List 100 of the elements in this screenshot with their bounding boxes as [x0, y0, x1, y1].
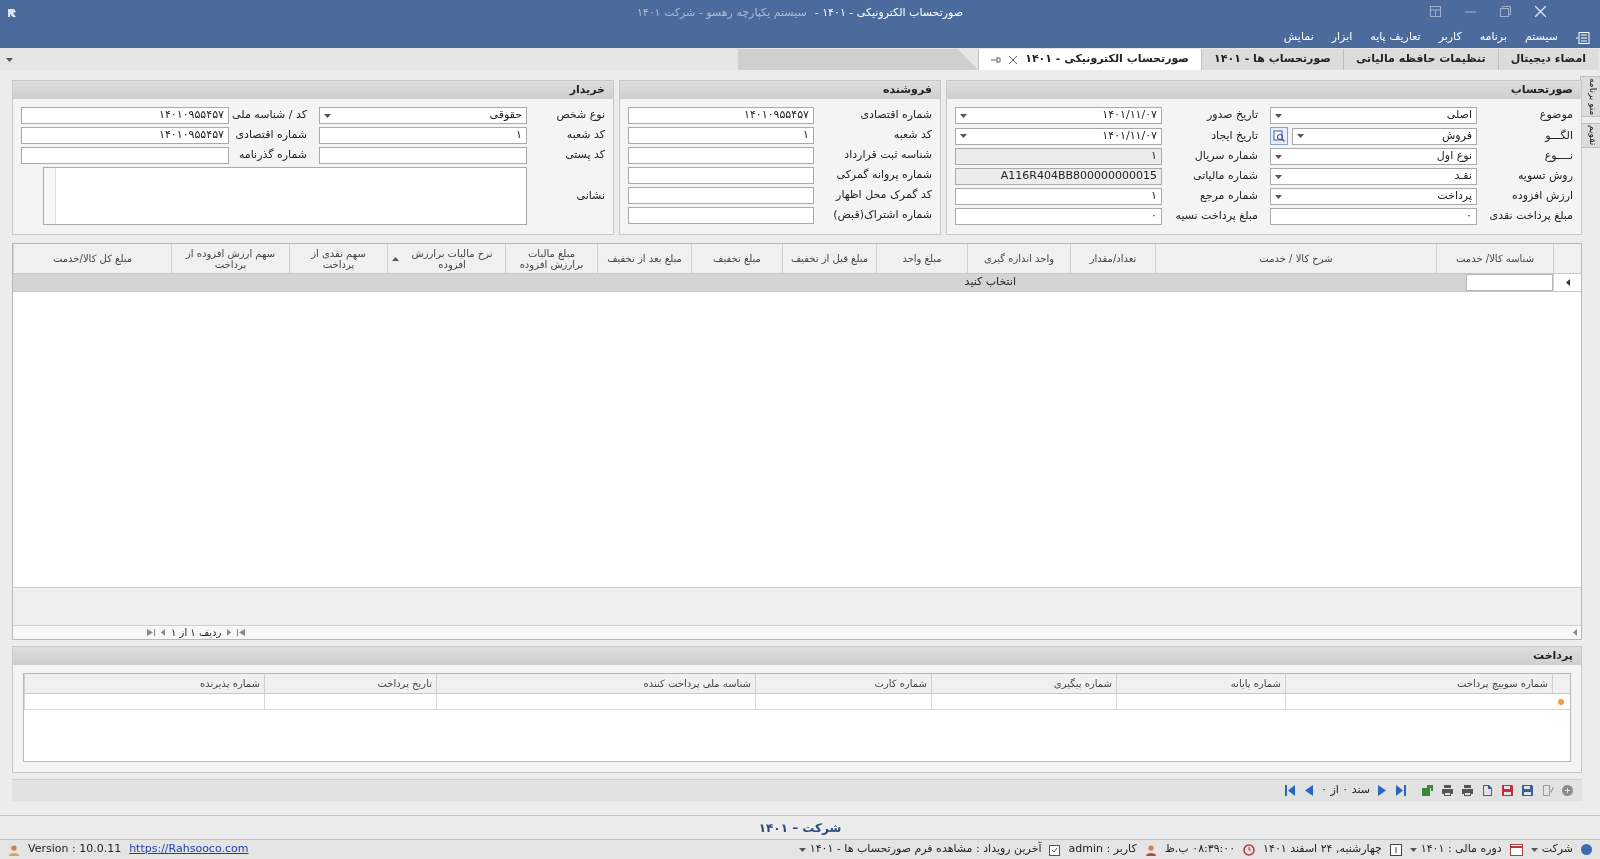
input-field[interactable]	[628, 207, 814, 224]
layout-icon[interactable]	[1430, 6, 1441, 17]
close-icon[interactable]	[1009, 55, 1018, 64]
field-label: ارزش افزوده	[1511, 188, 1573, 205]
menu-item[interactable]: برنامه	[1479, 29, 1507, 46]
document-icon[interactable]	[1481, 784, 1494, 797]
document-tab[interactable]: تنظیمات حافظه مالیاتی	[1342, 49, 1498, 70]
dropdown-field[interactable]: حقوقی	[319, 107, 527, 124]
input-field[interactable]: A116R404BB800000000015	[955, 168, 1162, 185]
restore-icon[interactable]	[1500, 6, 1511, 17]
column-header[interactable]: مبلغ مالیات برارزش افزوده	[505, 244, 597, 273]
print-preview-icon[interactable]	[1441, 784, 1454, 797]
field-label: تاریخ صدور	[1205, 107, 1258, 124]
field-label: شماره مرجع	[1198, 188, 1258, 205]
new-row[interactable]: انتخاب کنید	[13, 274, 1466, 291]
save-icon[interactable]	[1521, 784, 1534, 797]
input-field[interactable]: ۱	[955, 148, 1162, 165]
column-header[interactable]: شناسه کالا/ خدمت	[1436, 244, 1553, 273]
dropdown-field[interactable]: ۱۴۰۱/۱۱/۰۷	[955, 127, 1162, 145]
next-page-icon[interactable]	[161, 629, 165, 636]
input-field[interactable]: ۱	[955, 188, 1162, 205]
column-header[interactable]: مبلغ واحد	[876, 244, 967, 273]
input-field[interactable]	[628, 167, 814, 184]
field-label: شناسه ثبت قرارداد	[843, 147, 932, 164]
dropdown-field[interactable]: ۱۴۰۱/۱۱/۰۷	[955, 107, 1162, 124]
fiscal-year-selector[interactable]: دوره مالی : ۱۴۰۱	[1409, 841, 1502, 858]
last-event-selector[interactable]: آخرین رویداد : مشاهده فرم صورتحساب ها - ۱۴۰۱	[798, 841, 1042, 858]
column-header[interactable]: تاریخ پرداخت	[264, 674, 436, 693]
calendar-icon	[1509, 843, 1523, 856]
menu-item[interactable]: نمایش	[1283, 29, 1314, 46]
column-header[interactable]: مبلغ کل کالا/خدمت	[13, 244, 171, 273]
export-icon[interactable]	[1421, 784, 1434, 797]
dropdown-field[interactable]: فروش	[1292, 127, 1477, 145]
input-field[interactable]	[21, 147, 229, 164]
last-record-icon[interactable]	[1395, 784, 1408, 797]
input-field[interactable]: ۱	[628, 127, 814, 144]
menu-icon[interactable]	[1576, 31, 1590, 44]
input-field[interactable]	[628, 147, 814, 164]
column-header[interactable]: شماره پذیرنده	[24, 674, 264, 693]
input-field[interactable]: ۰	[1270, 208, 1477, 225]
document-tab[interactable]: صورتحساب الکترونیکی - ۱۴۰۱	[978, 49, 1201, 70]
previous-page-icon[interactable]	[227, 629, 232, 636]
dropdown-field[interactable]: پرداخت	[1270, 188, 1477, 205]
document-tab[interactable]: امضاء دیجیتال	[1497, 49, 1598, 70]
table-cell[interactable]	[1466, 274, 1553, 291]
input-field[interactable]	[628, 187, 814, 204]
last-page-icon[interactable]	[147, 629, 155, 636]
address-field[interactable]	[43, 167, 527, 225]
pin-icon[interactable]	[991, 55, 1002, 64]
first-record-icon[interactable]	[1282, 784, 1296, 797]
column-header[interactable]: مبلغ بعد از تخفیف	[597, 244, 691, 273]
field-label: شماره مالیاتی	[1192, 168, 1258, 185]
input-field[interactable]: ۱۴۰۱۰۹۵۵۴۵۷	[628, 107, 814, 124]
field-label: کد / شناسه ملی	[231, 107, 307, 124]
column-header[interactable]: مبلغ قبل از تخفیف	[782, 244, 876, 273]
field-label: تاریخ ایجاد	[1210, 127, 1258, 144]
menu-item[interactable]: کاربر	[1438, 29, 1462, 46]
input-field[interactable]: ۰	[955, 208, 1162, 225]
column-header[interactable]: سهم ارزش افزوده از پرداخت	[171, 244, 289, 273]
dropdown-field[interactable]: نوع اول	[1270, 148, 1477, 165]
panel-title: صورتحساب	[1510, 81, 1573, 98]
column-header[interactable]: تعداد/مقدار	[1070, 244, 1155, 273]
field-label: نوع شخص	[555, 107, 605, 124]
caret-icon	[1530, 847, 1538, 852]
column-header[interactable]: مبلغ تخفیف	[691, 244, 782, 273]
print-icon[interactable]	[1461, 784, 1474, 797]
edit-icon[interactable]	[1541, 784, 1554, 797]
side-tab[interactable]: تقویم	[1580, 123, 1600, 148]
column-header[interactable]: سهم نقدی از پرداخت	[289, 244, 387, 273]
column-header[interactable]: شماره کارت	[755, 674, 931, 693]
input-field[interactable]	[319, 147, 527, 164]
first-page-icon[interactable]	[237, 629, 246, 636]
scroll-left-icon[interactable]	[1573, 629, 1577, 636]
column-header[interactable]: شماره پایانه	[1116, 674, 1285, 693]
input-field[interactable]: ۱۴۰۱۰۹۵۵۴۵۷	[21, 127, 229, 144]
column-header[interactable]: نرخ مالیات برارزش افزوده	[387, 244, 505, 273]
menu-item[interactable]: تعاریف پایه	[1370, 29, 1421, 46]
save-all-icon[interactable]	[1501, 784, 1514, 797]
input-field[interactable]: ۱۴۰۱۰۹۵۵۴۵۷	[21, 107, 229, 124]
add-icon[interactable]	[1561, 784, 1574, 797]
input-field[interactable]: ۱	[319, 127, 527, 144]
next-record-icon[interactable]	[1376, 784, 1389, 797]
column-header[interactable]: شماره سوییچ پرداخت	[1285, 674, 1552, 693]
company-selector[interactable]: شرکت	[1530, 841, 1573, 858]
document-tab[interactable]: صورتحساب ها - ۱۴۰۱	[1201, 49, 1343, 70]
column-header[interactable]: شناسه ملی پرداخت کننده	[436, 674, 755, 693]
dropdown-field[interactable]: نقـد	[1270, 168, 1477, 185]
side-tab[interactable]: منو برنامه	[1580, 76, 1600, 118]
field-label: شماره پروانه گمرکی	[835, 167, 932, 184]
menu-item[interactable]: ابزار	[1331, 29, 1353, 46]
dropdown-field[interactable]: اصلی	[1270, 107, 1477, 124]
column-header[interactable]: شرح کالا / خدمت	[1155, 244, 1436, 273]
website-link[interactable]: https://Rahsooco.com	[129, 841, 249, 858]
column-header[interactable]: واحد اندازه گیری	[967, 244, 1070, 273]
column-header[interactable]: شماره پیگیری	[931, 674, 1116, 693]
lookup-button[interactable]	[1270, 127, 1288, 145]
record-counter: سند ۰ از ۰	[1320, 782, 1370, 799]
caret-icon	[960, 134, 967, 138]
scrollbar[interactable]	[44, 168, 56, 224]
menu-item[interactable]: سیستم	[1525, 29, 1558, 46]
